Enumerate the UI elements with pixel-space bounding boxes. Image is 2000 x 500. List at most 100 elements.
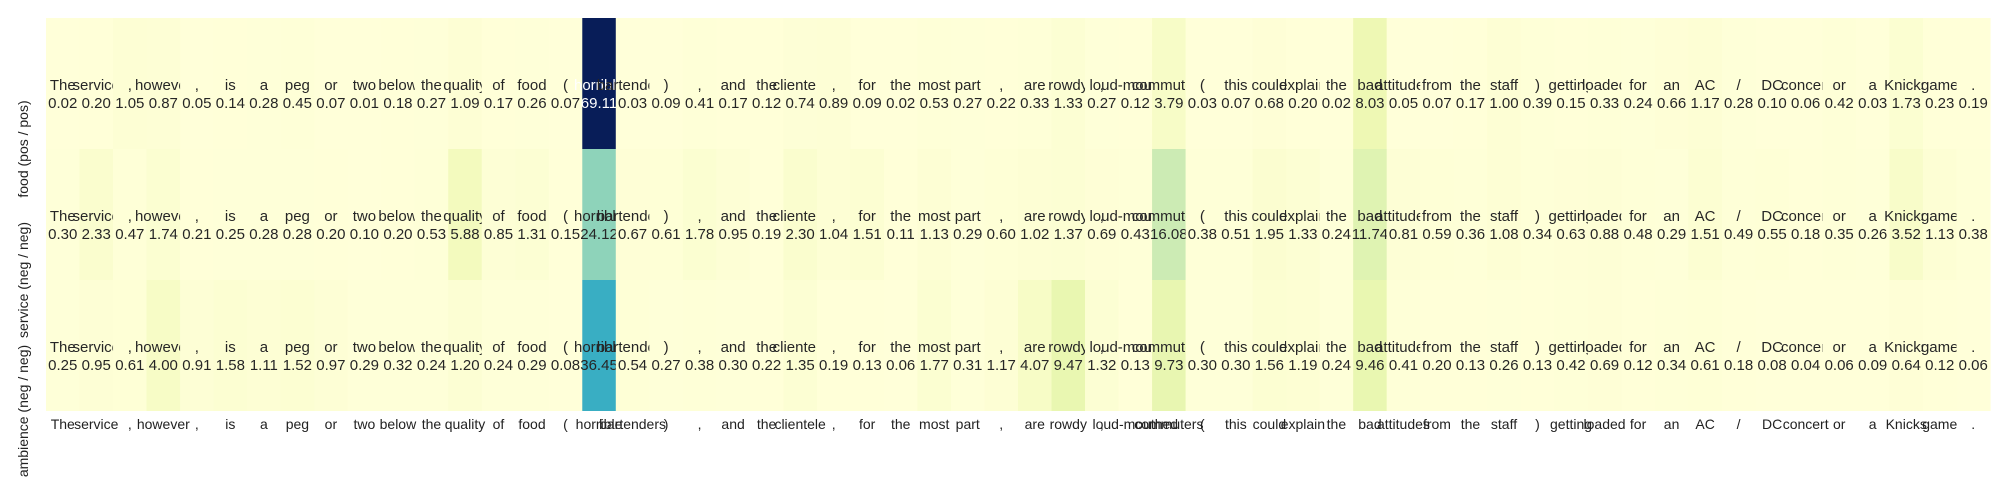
cell-token-label: ( xyxy=(563,339,568,356)
cell-token-label: rowdy xyxy=(1048,208,1089,225)
cell-token-label: are xyxy=(1024,339,1046,356)
cell-token-label: a xyxy=(1869,339,1878,356)
cell-token-label: loaded xyxy=(1582,339,1627,356)
cell-value-label: 0.10 xyxy=(1758,95,1787,112)
cell-token-label: DC xyxy=(1761,339,1783,356)
cell-value-label: 0.30 xyxy=(1188,357,1217,374)
cell-value-label: 0.30 xyxy=(1221,357,1250,374)
x-tick-label: food xyxy=(518,416,545,432)
x-tick-label: this xyxy=(1225,416,1247,432)
cell-value-label: 0.21 xyxy=(182,226,211,243)
cell-token-label: staff xyxy=(1490,339,1519,356)
x-tick-label: the xyxy=(1461,416,1481,432)
cell-token-label: the xyxy=(1460,208,1481,225)
cell-value-label: 0.10 xyxy=(350,226,379,243)
cell-value-label: 0.15 xyxy=(551,226,580,243)
x-tick-label: quality xyxy=(445,416,485,432)
cell-value-label: 0.07 xyxy=(551,95,580,112)
cell-value-label: 0.19 xyxy=(1959,95,1988,112)
cell-value-label: 0.02 xyxy=(886,95,915,112)
cell-token-label: , xyxy=(698,77,702,94)
cell-value-label: 1.17 xyxy=(987,357,1016,374)
cell-value-label: 0.07 xyxy=(1422,95,1451,112)
cell-value-label: 0.05 xyxy=(1389,95,1418,112)
cell-value-label: 0.06 xyxy=(1959,357,1988,374)
cell-value-label: 0.53 xyxy=(417,226,446,243)
cell-value-label: 0.08 xyxy=(551,357,580,374)
cell-value-label: 0.64 xyxy=(1892,357,1921,374)
cell-value-label: 1.19 xyxy=(1288,357,1317,374)
cell-token-label: , xyxy=(195,208,199,225)
cell-token-label: of xyxy=(492,208,505,225)
cell-token-label: game xyxy=(1921,77,1959,94)
cell-value-label: 0.61 xyxy=(651,226,680,243)
cell-value-label: 0.12 xyxy=(1623,357,1652,374)
cell-value-label: 0.22 xyxy=(987,95,1016,112)
cell-token-label: , xyxy=(698,339,702,356)
cell-value-label: 1.51 xyxy=(1690,226,1719,243)
cell-value-label: 0.26 xyxy=(517,95,546,112)
cell-value-label: 0.27 xyxy=(1087,95,1116,112)
cell-value-label: 3.52 xyxy=(1892,226,1921,243)
cell-value-label: 0.24 xyxy=(1322,226,1351,243)
cell-token-label: from xyxy=(1422,339,1452,356)
cell-value-label: 0.29 xyxy=(953,226,982,243)
cell-value-label: 0.49 xyxy=(1724,226,1753,243)
cell-token-label: peg xyxy=(285,339,310,356)
cell-value-label: 1.33 xyxy=(1288,226,1317,243)
cell-value-label: 0.88 xyxy=(1590,226,1619,243)
cell-value-label: 0.07 xyxy=(316,95,345,112)
x-tick-label: , xyxy=(999,416,1003,432)
cell-value-label: 0.26 xyxy=(1489,357,1518,374)
cell-value-label: 1.11 xyxy=(250,357,278,374)
cell-value-label: 69.11 xyxy=(581,95,617,112)
cell-value-label: 1.20 xyxy=(450,357,479,374)
x-tick-label: is xyxy=(225,416,235,432)
cell-value-label: 0.25 xyxy=(48,357,77,374)
x-tick-label: AC xyxy=(1695,416,1714,432)
cell-value-label: 0.09 xyxy=(853,95,882,112)
cell-value-label: 0.03 xyxy=(1858,95,1887,112)
cell-value-label: 0.24 xyxy=(484,357,513,374)
cell-value-label: 1.04 xyxy=(819,226,848,243)
cell-value-label: 0.61 xyxy=(1690,357,1719,374)
cell-token-label: the xyxy=(890,77,911,94)
cell-token-label: or xyxy=(324,339,337,356)
cell-token-label: , xyxy=(698,208,702,225)
cell-token-label: AC xyxy=(1695,339,1716,356)
cell-value-label: 0.12 xyxy=(1925,357,1954,374)
cell-token-label: ( xyxy=(1200,208,1205,225)
cell-value-label: 0.18 xyxy=(1724,357,1753,374)
cell-value-label: 0.33 xyxy=(1590,95,1619,112)
cell-token-label: or xyxy=(324,208,337,225)
cell-value-label: 0.27 xyxy=(953,95,982,112)
cell-token-label: , xyxy=(999,208,1003,225)
x-tick-label: ( xyxy=(1200,416,1205,432)
cell-token-label: quality xyxy=(443,208,487,225)
x-tick-label: clientele xyxy=(774,416,826,432)
cell-token-label: , xyxy=(832,77,836,94)
cell-value-label: 0.81 xyxy=(1389,226,1418,243)
cell-value-label: 2.30 xyxy=(786,226,815,243)
cell-token-label: . xyxy=(1971,77,1975,94)
cell-token-label: service xyxy=(73,77,121,94)
cell-value-label: 0.60 xyxy=(987,226,1016,243)
cell-value-label: 0.13 xyxy=(853,357,882,374)
x-tick-label: bartenders xyxy=(599,416,666,432)
cell-token-label: quality xyxy=(443,339,487,356)
cell-value-label: 0.17 xyxy=(1456,95,1485,112)
cell-token-label: service xyxy=(73,339,121,356)
cell-value-label: 0.67 xyxy=(618,226,647,243)
cell-token-label: most xyxy=(918,208,951,225)
cell-value-label: 1.33 xyxy=(1054,95,1083,112)
cell-token-label: ) xyxy=(1535,208,1540,225)
cell-token-label: or xyxy=(1832,339,1845,356)
cell-value-label: 1.32 xyxy=(1087,357,1116,374)
cell-token-label: is xyxy=(225,77,236,94)
cell-value-label: 1.78 xyxy=(685,226,714,243)
cell-value-label: 1.13 xyxy=(920,226,949,243)
cell-value-label: 1.37 xyxy=(1054,226,1083,243)
cell-value-label: 0.66 xyxy=(1657,95,1686,112)
cell-value-label: 0.03 xyxy=(1188,95,1217,112)
cell-token-label: game xyxy=(1921,339,1959,356)
